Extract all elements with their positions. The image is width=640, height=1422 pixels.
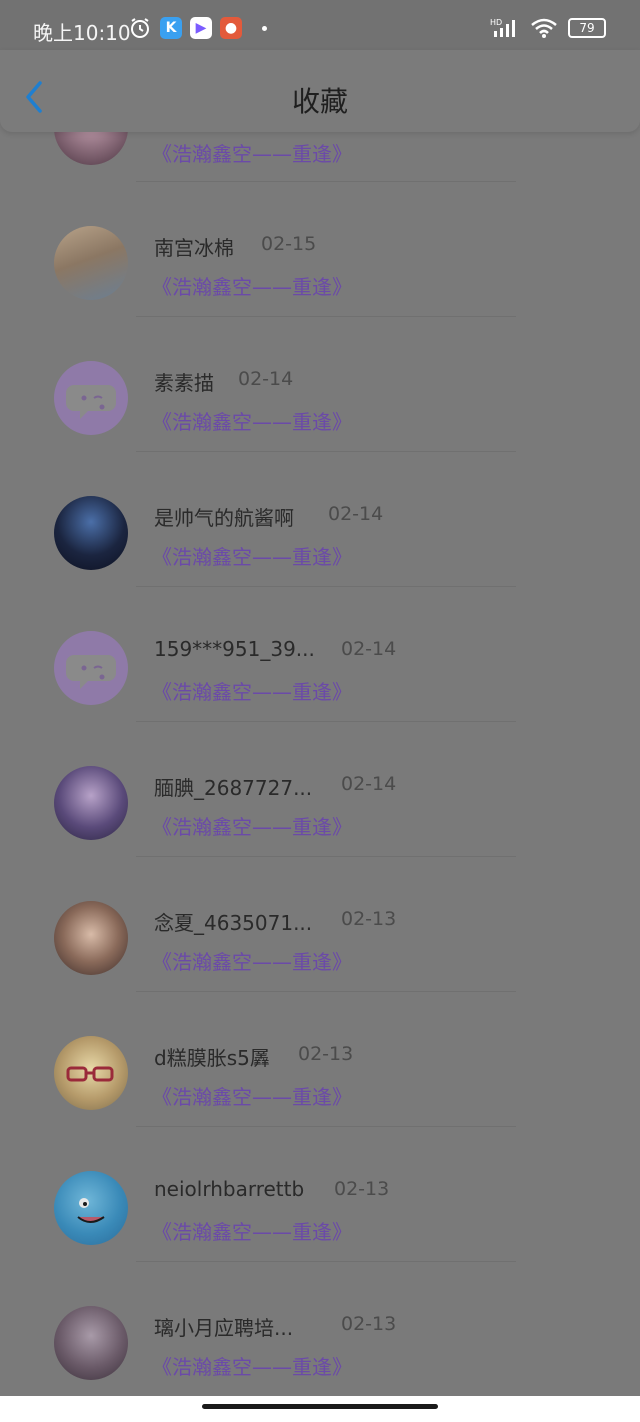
work-title-link[interactable]: 《浩瀚鑫空——重逢》 [152,1216,352,1245]
status-notification-icons: K ▶ ● [128,16,267,40]
home-indicator[interactable] [202,1404,438,1409]
list-item[interactable]: 南宫冰棉 02-15 《浩瀚鑫空——重逢》 [0,182,640,317]
chat-bubble-icon [66,385,116,419]
favorite-date: 02-13 [341,908,397,930]
list-item[interactable]: 腼腆_2687727... 02-14 《浩瀚鑫空——重逢》 [0,722,640,857]
favorite-date: 02-13 [341,1313,397,1335]
page-title: 收藏 [291,85,348,118]
favorite-date: 02-14 [341,773,397,795]
list-item[interactable]: 是帅气的航酱啊 02-14 《浩瀚鑫空——重逢》 [0,452,640,587]
work-title-link[interactable]: 《浩瀚鑫空——重逢》 [152,271,352,300]
user-nickname: 素素描 [154,371,214,395]
user-nickname: 腼腆_2687727... [154,776,313,800]
work-title-link[interactable]: 《浩瀚鑫空——重逢》 [152,1081,352,1110]
battery-level: 79 [579,21,595,35]
status-system-icons: HD 79 [490,17,606,39]
favorite-date: 02-15 [261,233,317,255]
more-notifications-dot [262,25,267,31]
favorite-date: 02-13 [298,1043,354,1065]
list-item[interactable]: 159***951_39... 02-14 《浩瀚鑫空——重逢》 [0,587,640,722]
avatar [54,496,128,570]
work-title-link[interactable]: 《浩瀚鑫空——重逢》 [152,676,352,705]
wifi-icon [531,18,557,38]
signal-icon: HD [490,18,515,37]
work-title-link[interactable]: 《浩瀚鑫空——重逢》 [152,946,352,975]
app-k-icon: K [160,17,182,39]
avatar [54,1306,128,1380]
avatar [54,901,128,975]
favorite-date: 02-13 [334,1178,390,1200]
bottom-bar [0,1396,640,1422]
alarm-icon [131,18,149,38]
favorite-date: 02-14 [328,503,384,525]
avatar-default [54,631,128,705]
list-item[interactable]: 璃小月应聘培... 02-13 《浩瀚鑫空——重逢》 [0,1262,640,1397]
list-item[interactable]: 念夏_4635071... 02-13 《浩瀚鑫空——重逢》 [0,857,640,992]
user-nickname: 是帅气的航酱啊 [154,506,294,530]
user-nickname: 南宫冰棉 [154,236,234,260]
user-nickname: 159***951_39... [154,637,315,661]
app-play-icon: ▶ [190,17,212,39]
chat-bubble-icon [66,655,116,689]
work-title-link[interactable]: 《浩瀚鑫空——重逢》 [152,406,352,435]
list-item[interactable]: d糕膜胀s5羼 02-13 《浩瀚鑫空——重逢》 [0,992,640,1127]
status-time: 晚上10:10 [33,21,131,45]
hd-label: HD [490,18,502,27]
battery-indicator: 79 [568,18,606,38]
list-item[interactable]: neiolrhbarrettb 02-13 《浩瀚鑫空——重逢》 [0,1127,640,1262]
favorite-date: 02-14 [238,368,294,390]
list-item[interactable]: 素素描 02-14 《浩瀚鑫空——重逢》 [0,317,640,452]
user-nickname: 念夏_4635071... [154,911,313,935]
avatar [54,226,128,300]
status-bar: 晚上10:10 K ▶ ● HD 79 [0,0,640,50]
work-title-link[interactable]: 《浩瀚鑫空——重逢》 [152,1351,352,1380]
work-title-link[interactable]: 《浩瀚鑫空——重逢》 [152,811,352,840]
avatar [54,1171,128,1245]
glasses-icon [66,1066,114,1082]
work-title-link[interactable]: 《浩瀚鑫空——重逢》 [152,541,352,570]
nav-header: 收藏 [0,50,640,132]
avatar-default [54,361,128,435]
cartoon-face-icon [77,1198,105,1223]
user-nickname: d糕膜胀s5羼 [154,1046,270,1070]
user-nickname: neiolrhbarrettb [154,1177,305,1201]
app-red-icon: ● [220,17,242,39]
user-nickname: 璃小月应聘培... [154,1316,294,1340]
favorite-date: 02-14 [341,638,397,660]
avatar [54,1036,128,1110]
avatar [54,766,128,840]
work-title-link[interactable]: 《浩瀚鑫空——重逢》 [152,138,352,167]
